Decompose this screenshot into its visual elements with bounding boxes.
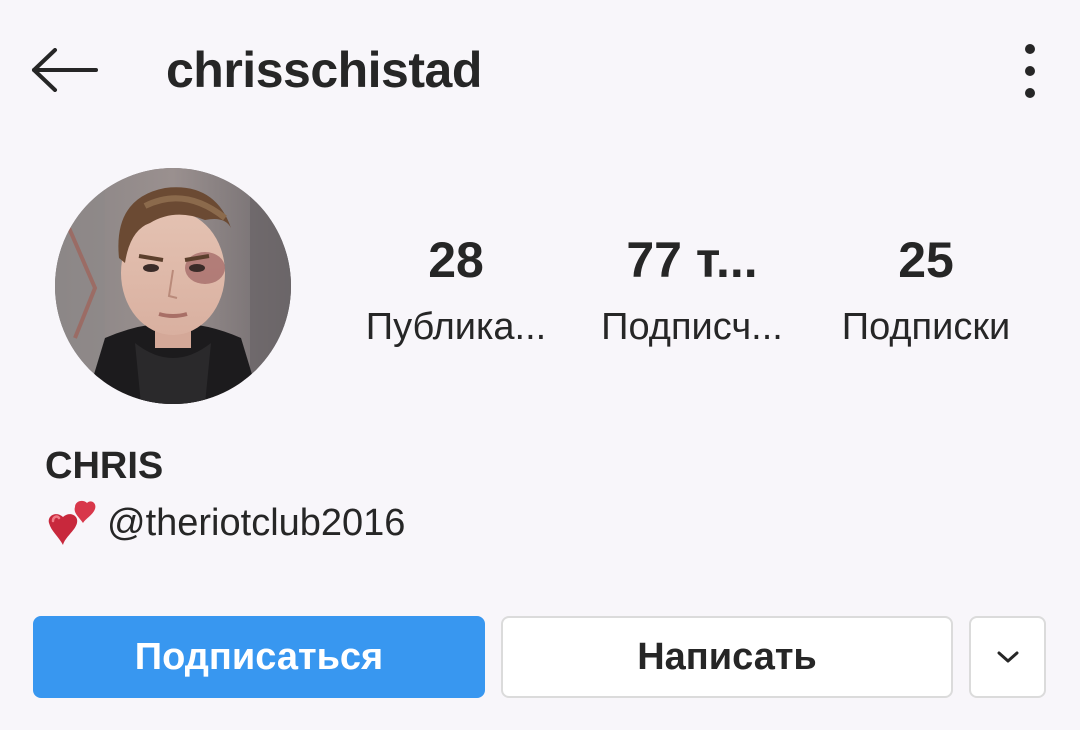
stat-following[interactable]: 25 Подписки <box>811 228 1041 352</box>
more-options-button[interactable] <box>1008 36 1052 106</box>
profile-screen: chrisschistad 28 Публика... 77 т... Подп… <box>0 0 1080 730</box>
stat-following-value: 25 <box>898 232 954 288</box>
avatar[interactable] <box>55 168 291 404</box>
more-vertical-icon <box>1025 44 1035 98</box>
two-hearts-icon <box>48 500 96 545</box>
message-button[interactable]: Написать <box>501 616 953 698</box>
profile-name: CHRIS <box>45 445 164 487</box>
stat-posts-value: 28 <box>428 232 484 288</box>
back-button[interactable] <box>26 38 102 102</box>
suggestions-dropdown-button[interactable] <box>969 616 1046 698</box>
top-bar: chrisschistad <box>0 0 1080 140</box>
stat-posts-label: Публика... <box>365 306 547 348</box>
profile-username: chrisschistad <box>166 42 482 98</box>
profile-bio: @theriotclub2016 <box>45 498 405 548</box>
arrow-left-icon <box>32 48 98 92</box>
stat-posts[interactable]: 28 Публика... <box>341 228 571 352</box>
follow-button[interactable]: Подписаться <box>33 616 485 698</box>
profile-photo <box>55 168 291 404</box>
stat-following-label: Подписки <box>841 306 1011 348</box>
stat-followers-value: 77 т... <box>626 232 758 288</box>
bio-mention-link[interactable]: @theriotclub2016 <box>107 498 405 548</box>
chevron-down-icon <box>997 651 1018 663</box>
stat-followers-label: Подписч... <box>601 306 783 348</box>
stat-followers[interactable]: 77 т... Подписч... <box>577 228 807 352</box>
